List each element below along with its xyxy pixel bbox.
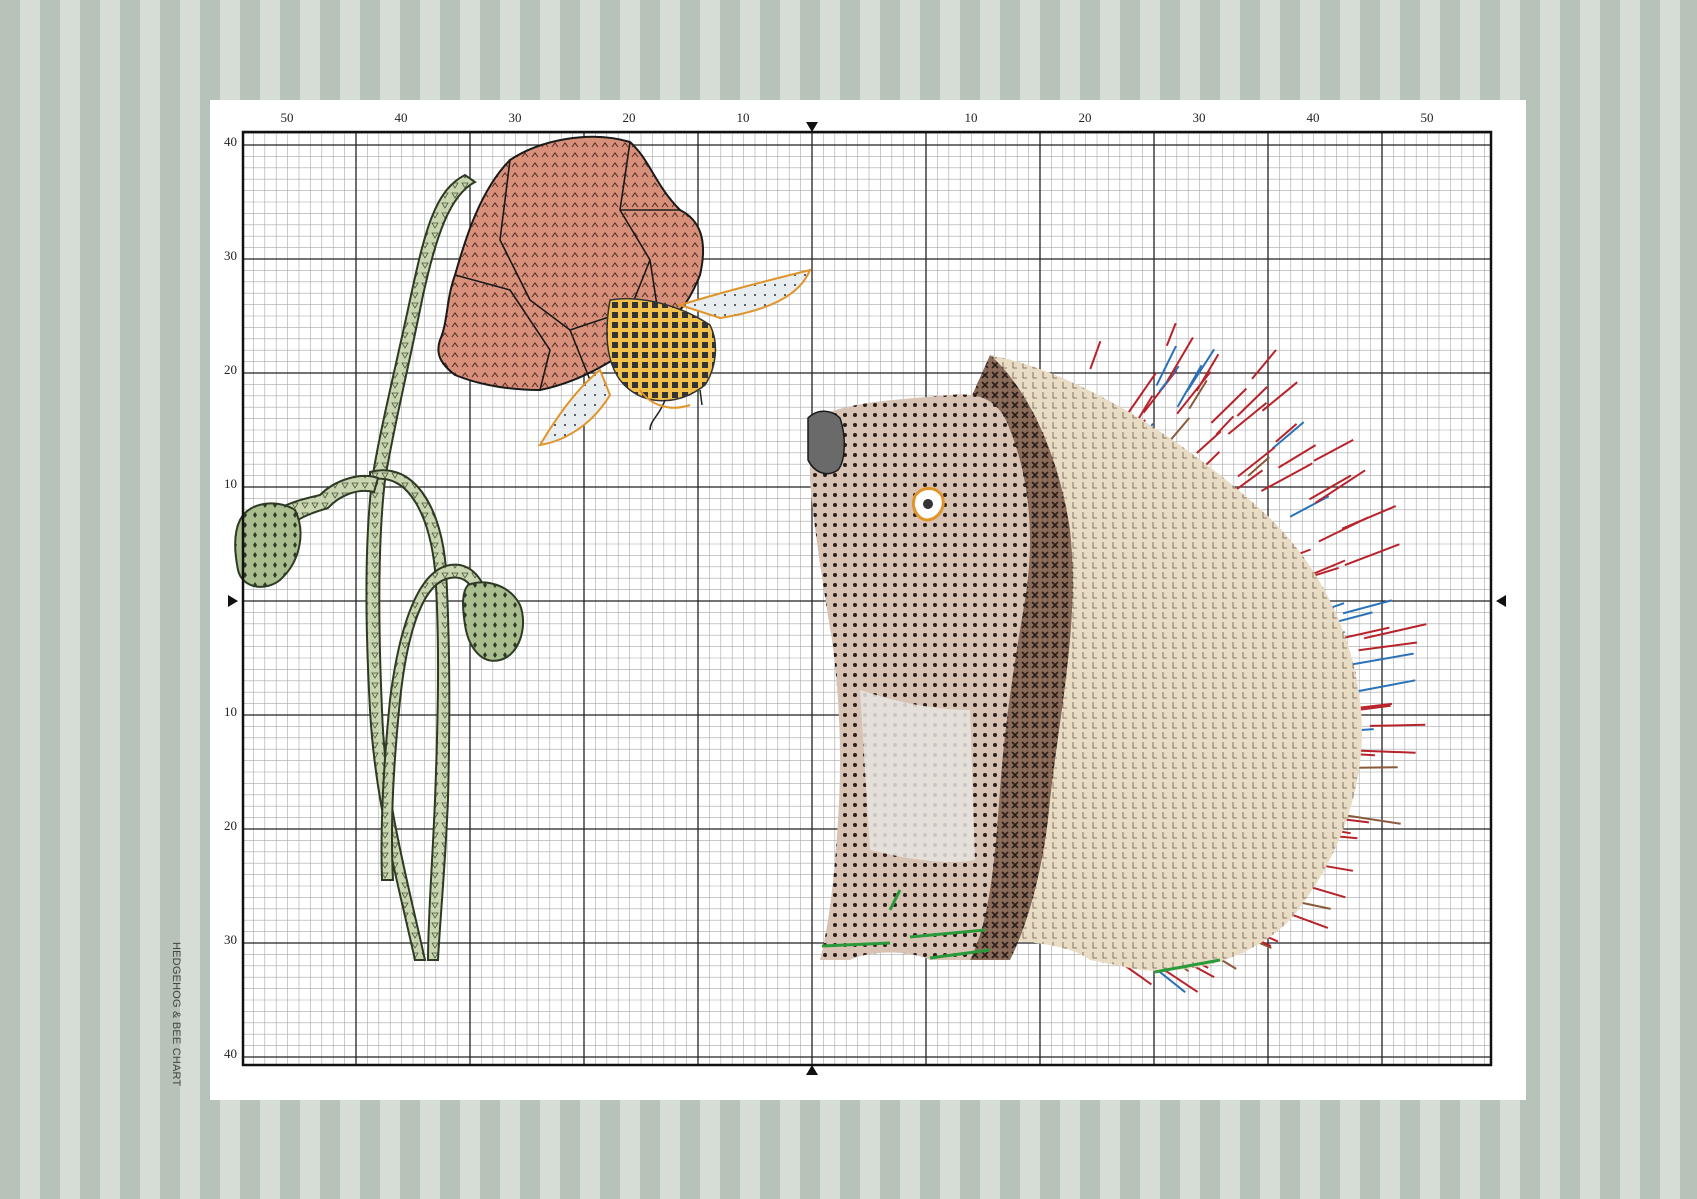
spine-stroke [1155, 345, 1177, 387]
spine-stroke [1166, 336, 1194, 382]
center-marker-left [228, 595, 238, 607]
left-label: 30 [224, 932, 237, 947]
left-bud [234, 502, 302, 588]
left-label: 10 [224, 476, 237, 491]
cross-stitch-chart: 50 40 30 20 10 10 20 30 40 50 40 30 20 1… [224, 110, 1506, 1075]
left-label: 10 [224, 704, 237, 719]
left-label: 20 [224, 818, 237, 833]
hedgehog [807, 355, 1362, 974]
spine-stroke [1251, 349, 1277, 380]
left-label: 30 [224, 248, 237, 263]
left-label: 40 [224, 1046, 237, 1061]
spine-stroke [1369, 723, 1426, 727]
spine-stroke [1313, 439, 1354, 462]
top-label: 20 [623, 110, 636, 125]
spine-stroke [1356, 766, 1398, 769]
top-label: 30 [509, 110, 522, 125]
top-label: 30 [1193, 110, 1206, 125]
spine-stroke [1342, 599, 1393, 615]
top-axis: 50 40 30 20 10 10 20 30 40 50 [281, 110, 1434, 125]
center-marker-bottom [806, 1065, 818, 1075]
spine-stroke [1210, 387, 1248, 424]
spine-stroke [1275, 423, 1298, 443]
spine-stroke [1351, 749, 1416, 754]
top-label: 20 [1079, 110, 1092, 125]
top-label: 10 [737, 110, 750, 125]
left-label: 20 [224, 362, 237, 377]
spine-stroke [1271, 421, 1305, 450]
center-marker-top [806, 122, 818, 132]
top-label: 40 [395, 110, 408, 125]
top-label: 50 [281, 110, 294, 125]
top-label: 50 [1421, 110, 1434, 125]
spine-stroke [1344, 814, 1401, 825]
left-label: 40 [224, 134, 237, 149]
spine-stroke [1344, 543, 1400, 567]
spine-stroke [1165, 322, 1177, 347]
top-label: 40 [1307, 110, 1320, 125]
spine-stroke [1237, 446, 1276, 478]
right-bud [462, 581, 525, 662]
spine-stroke [1236, 386, 1268, 417]
spine-stroke [1089, 340, 1102, 370]
center-marker-right [1496, 595, 1506, 607]
top-label: 10 [965, 110, 978, 125]
chart-sheet: 50 40 30 20 10 10 20 30 40 50 40 30 20 1… [210, 100, 1526, 1100]
spine-stroke [1346, 652, 1414, 667]
side-title: HEDGEHOG & BEE CHART [170, 942, 182, 1087]
nose [807, 410, 845, 475]
